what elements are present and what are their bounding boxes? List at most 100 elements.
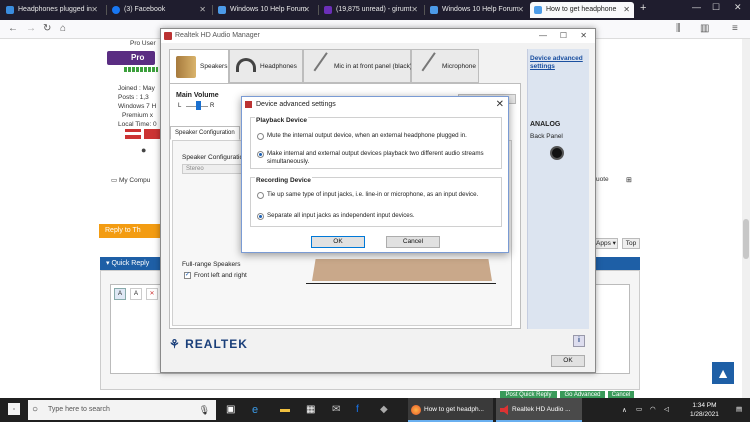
speaker-config-select[interactable]: Stereo — [182, 164, 242, 174]
edge-icon[interactable]: e — [252, 398, 258, 422]
tab-microphone[interactable]: Microphone — [411, 49, 479, 83]
network-icon[interactable]: ▭ — [636, 405, 642, 413]
browser-tab[interactable]: Windows 10 Help Forum ✕ — [214, 2, 314, 18]
taskbar-firefox-app[interactable]: How to get headph... — [408, 398, 493, 422]
scroll-to-top-icon[interactable]: ▲ — [712, 362, 734, 384]
playback-device-group: Playback Device Mute the internal output… — [250, 117, 502, 169]
notifications-icon[interactable]: ▤ — [736, 405, 742, 413]
close-window-icon[interactable]: ✕ — [734, 2, 742, 13]
back-icon[interactable]: ← — [8, 23, 18, 35]
device-advanced-settings-link[interactable]: Device advanced settings — [528, 55, 588, 71]
dialog-cancel-button[interactable]: Cancel — [386, 236, 440, 248]
balance-slider-thumb[interactable] — [196, 101, 201, 110]
info-icon[interactable]: i — [573, 335, 585, 347]
file-explorer-icon[interactable]: ▬ — [280, 398, 290, 422]
my-computer-link[interactable]: ▭ My Compu — [111, 176, 150, 184]
task-view-icon[interactable]: ▣ — [226, 398, 235, 422]
taskbar-realtek-app[interactable]: Realtek HD Audio ... — [496, 398, 582, 422]
realtek-title-bar[interactable]: Realtek HD Audio Manager — ☐ ✕ — [161, 29, 595, 43]
join-date: Joined : May — [118, 85, 155, 92]
remove-format-icon[interactable]: ✕ — [146, 288, 158, 300]
tray-chevron-icon[interactable]: ∧ — [622, 406, 627, 414]
microphone-icon — [421, 52, 451, 82]
realtek-ok-button[interactable]: OK — [551, 355, 585, 367]
playback-separate-radio[interactable] — [257, 151, 264, 158]
browser-tab[interactable]: Windows 10 Help Forum ✕ — [426, 2, 528, 18]
library-icon[interactable]: ⫼ — [676, 23, 681, 35]
front-lr-label: Front left and right — [194, 272, 247, 279]
close-tab-icon[interactable]: ✕ — [303, 2, 310, 18]
analog-label: ANALOG — [530, 121, 561, 128]
playback-mute-label: Mute the internal output device, when an… — [267, 132, 467, 139]
user-icon[interactable]: ● — [141, 145, 146, 155]
dialog-title-bar[interactable]: Device advanced settings ✕ — [242, 97, 508, 112]
tab-speakers[interactable]: Speakers — [169, 49, 229, 84]
user-os-edition: Premium x — [122, 112, 154, 119]
store-icon[interactable]: ▦ — [306, 398, 315, 422]
reply-to-thread-button[interactable]: Reply to Th — [99, 224, 161, 238]
maximize-icon[interactable]: ☐ — [712, 2, 720, 13]
facebook-icon — [112, 6, 120, 14]
maximize-icon[interactable]: ☐ — [560, 29, 567, 43]
recording-device-group: Recording Device Tie up same type of inp… — [250, 177, 502, 227]
home-icon[interactable]: ⌂ — [60, 23, 66, 35]
new-tab-icon[interactable]: + — [640, 2, 646, 14]
speaker-icon — [500, 405, 508, 415]
close-tab-icon[interactable]: ✕ — [411, 2, 418, 18]
minimize-icon[interactable]: — — [539, 29, 547, 43]
taskbar: ○ Type here to search 🎙 ▣ e ▬ ▦ ✉ f ◆ Ho… — [0, 398, 750, 422]
reload-icon[interactable]: ↻ — [43, 23, 51, 35]
menu-icon[interactable]: ≡ — [732, 23, 738, 35]
sidebar-icon[interactable]: ▥ — [700, 23, 709, 35]
forward-icon[interactable]: → — [26, 23, 36, 35]
front-lr-checkbox[interactable]: ✓ — [184, 272, 191, 279]
flag-icon — [144, 129, 160, 139]
browser-tab[interactable]: (19,875 unread) - girumt ✕ — [320, 2, 422, 18]
close-tab-icon[interactable]: ✕ — [517, 2, 524, 18]
browser-tab[interactable]: Headphones plugged in ✕ — [2, 2, 102, 18]
clock[interactable]: 1:34 PM 1/28/2021 — [690, 401, 719, 419]
font-size-icon[interactable]: A — [130, 288, 142, 300]
local-time: Local Time: 0 — [118, 121, 157, 128]
close-tab-icon[interactable]: ✕ — [91, 2, 98, 18]
add-icon[interactable]: ⊞ — [626, 176, 632, 184]
recording-separate-label: Separate all input jacks as independent … — [267, 212, 415, 219]
playback-mute-radio[interactable] — [257, 133, 264, 140]
tab-headphones[interactable]: Headphones — [229, 49, 303, 83]
page-scrollbar[interactable] — [742, 39, 750, 398]
user-os: Windows 7 H — [118, 103, 157, 110]
back-panel-label: Back Panel — [530, 133, 563, 140]
top-button[interactable]: Top — [622, 238, 640, 249]
playback-group-label: Playback Device — [255, 117, 308, 124]
taskbar-search-input[interactable]: ○ Type here to search 🎙 — [28, 400, 216, 420]
volume-icon[interactable]: ◁ — [664, 405, 669, 413]
recording-tie-radio[interactable] — [257, 192, 264, 199]
format-icon[interactable]: A — [114, 288, 126, 300]
minimize-icon[interactable]: — — [692, 2, 701, 12]
audio-jack-icon[interactable] — [550, 146, 564, 160]
us-flag-icon — [125, 129, 141, 139]
browser-tab[interactable]: (3) Facebook ✕ — [108, 2, 210, 18]
close-icon[interactable]: ✕ — [580, 29, 587, 43]
windows-icon — [430, 6, 438, 14]
device-tabs: Speakers Headphones Mic in at front pane… — [169, 49, 519, 84]
close-tab-icon[interactable]: ✕ — [623, 2, 630, 18]
tab-speaker-configuration[interactable]: Speaker Configuration — [170, 126, 240, 140]
speaker-config-label: Speaker Configuration — [182, 154, 247, 161]
close-tab-icon[interactable]: ✕ — [199, 2, 206, 18]
tab-mic-front-panel[interactable]: Mic in at front panel (black) — [303, 49, 412, 83]
recording-separate-radio[interactable] — [257, 213, 264, 220]
dialog-ok-button[interactable]: OK — [311, 236, 365, 248]
mail-icon[interactable]: ✉ — [332, 398, 340, 422]
close-icon[interactable]: ✕ — [496, 97, 504, 112]
start-icon[interactable] — [8, 403, 20, 415]
microphone-icon[interactable]: 🎙 — [199, 400, 210, 420]
clock-date: 1/28/2021 — [690, 411, 719, 418]
tab-favicon-icon — [6, 6, 14, 14]
browser-tab-active[interactable]: How to get headphone ✕ — [530, 2, 634, 18]
apps-button[interactable]: Apps ▾ — [594, 238, 618, 249]
facebook-icon[interactable]: f — [356, 398, 359, 422]
app-icon[interactable]: ◆ — [380, 398, 388, 422]
quote-button[interactable]: uote — [596, 176, 609, 183]
wifi-icon[interactable]: ◠ — [650, 405, 656, 413]
